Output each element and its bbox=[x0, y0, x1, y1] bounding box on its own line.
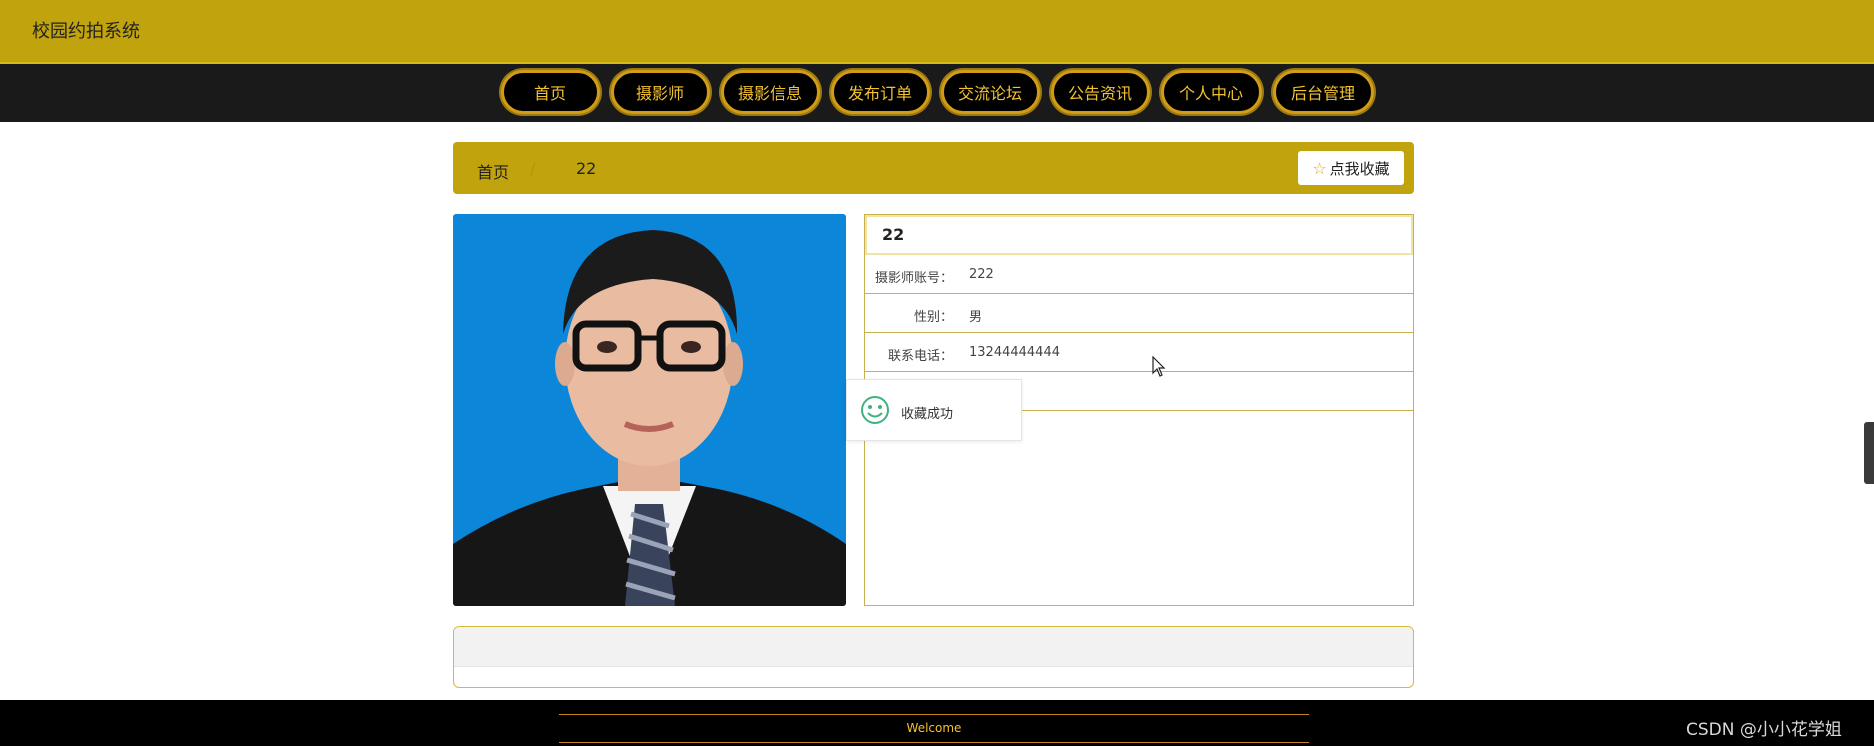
info-row-gender: 性别： 男 bbox=[865, 294, 1413, 333]
photographer-name: 22 bbox=[865, 215, 1413, 255]
side-float-tab[interactable] bbox=[1864, 422, 1874, 484]
info-row-account: 摄影师账号： 222 bbox=[865, 255, 1413, 294]
nav-item-forum[interactable]: 交流论坛 bbox=[940, 70, 1040, 114]
footer-welcome: Welcome bbox=[906, 721, 962, 735]
footer-divider-bottom bbox=[559, 742, 1309, 743]
top-header: 校园约拍系统 bbox=[0, 0, 1874, 64]
info-row-phone: 联系电话： 13244444444 bbox=[865, 333, 1413, 372]
nav-menu: 首页 摄影师 摄影信息 发布订单 交流论坛 公告资讯 个人中心 后台管理 bbox=[0, 70, 1874, 114]
watermark: CSDN @小小花学姐 bbox=[1686, 720, 1842, 740]
breadcrumb-home[interactable]: 首页 bbox=[477, 159, 509, 183]
breadcrumb-separator: / bbox=[530, 159, 536, 178]
favorite-button-label: 点我收藏 bbox=[1329, 159, 1390, 178]
nav-item-home[interactable]: 首页 bbox=[500, 70, 600, 114]
nav-item-publish-order[interactable]: 发布订单 bbox=[830, 70, 930, 114]
footer: Welcome bbox=[0, 700, 1874, 746]
breadcrumb-current: 22 bbox=[576, 159, 597, 178]
detail-panel-header bbox=[454, 627, 1413, 667]
toast-message: 收藏成功 bbox=[901, 407, 954, 422]
mouse-cursor-icon bbox=[1152, 356, 1166, 377]
favorite-button[interactable]: ☆ 点我收藏 bbox=[1298, 151, 1404, 185]
nav-item-admin[interactable]: 后台管理 bbox=[1272, 70, 1374, 114]
star-outline-icon: ☆ bbox=[1312, 158, 1327, 178]
nav-item-photographers[interactable]: 摄影师 bbox=[610, 70, 710, 114]
photographer-photo bbox=[453, 214, 846, 606]
phone-value: 13244444444 bbox=[969, 345, 1060, 360]
main-navbar: 首页 摄影师 摄影信息 发布订单 交流论坛 公告资讯 个人中心 后台管理 bbox=[0, 64, 1874, 122]
nav-item-personal-center[interactable]: 个人中心 bbox=[1160, 70, 1262, 114]
breadcrumb-bar: 首页 / 22 ☆ 点我收藏 bbox=[453, 142, 1414, 194]
footer-divider-top bbox=[559, 714, 1309, 715]
nav-item-photo-info[interactable]: 摄影信息 bbox=[720, 70, 820, 114]
smile-icon bbox=[861, 396, 889, 424]
phone-label: 联系电话： bbox=[887, 349, 953, 364]
account-label: 摄影师账号： bbox=[874, 271, 953, 286]
account-value: 222 bbox=[969, 267, 994, 282]
toast-notification: 收藏成功 bbox=[846, 379, 1022, 441]
nav-item-announcements[interactable]: 公告资讯 bbox=[1050, 70, 1150, 114]
gender-label: 性别： bbox=[913, 310, 953, 325]
gender-value: 男 bbox=[969, 310, 983, 325]
site-title: 校园约拍系统 bbox=[32, 21, 140, 42]
detail-content-panel bbox=[453, 626, 1414, 688]
